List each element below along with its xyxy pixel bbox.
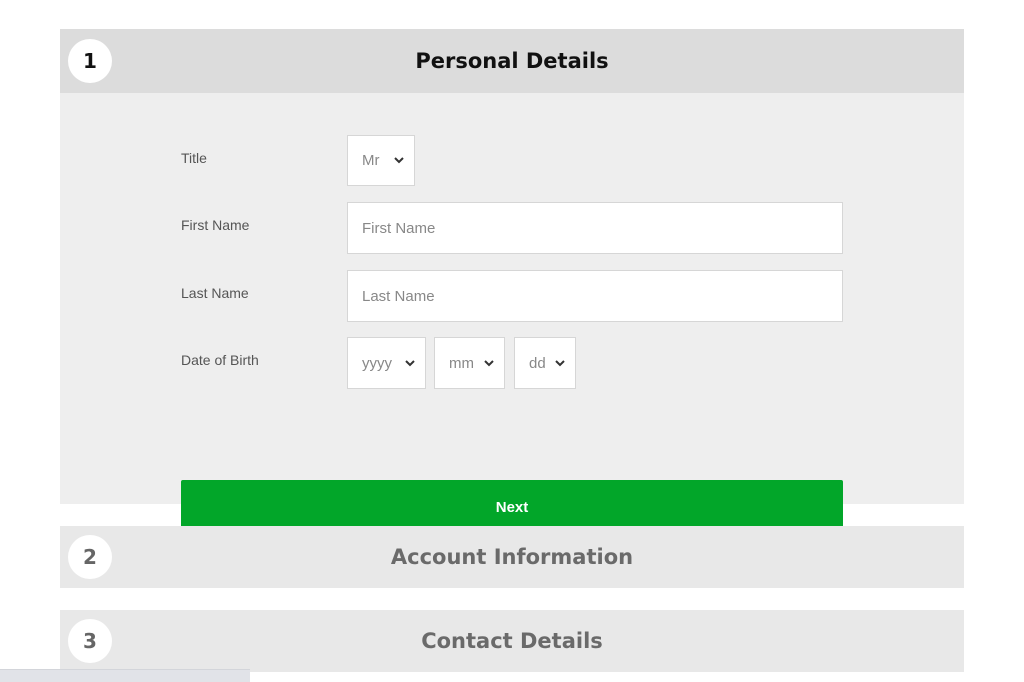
dob-day-value: dd bbox=[529, 354, 546, 372]
section-title: Contact Details bbox=[421, 629, 603, 653]
first-name-input[interactable]: First Name bbox=[347, 202, 843, 254]
step-number-badge: 1 bbox=[68, 39, 112, 83]
dob-year-select[interactable]: yyyy bbox=[347, 337, 426, 389]
section-personal-details: 1 Personal Details Title Mr First Name F… bbox=[60, 29, 964, 534]
dob-year-value: yyyy bbox=[362, 354, 392, 372]
section-header-contact-details[interactable]: 3 Contact Details bbox=[60, 610, 964, 672]
dob-day-select[interactable]: dd bbox=[514, 337, 576, 389]
first-name-label: First Name bbox=[181, 217, 250, 233]
title-select[interactable]: Mr bbox=[347, 135, 415, 186]
chevron-down-icon bbox=[555, 358, 565, 368]
step-number-badge: 2 bbox=[68, 535, 112, 579]
title-select-value: Mr bbox=[362, 152, 380, 169]
step-number-badge: 3 bbox=[68, 619, 112, 663]
section-header-account-information[interactable]: 2 Account Information bbox=[60, 526, 964, 588]
section-account-information: 2 Account Information bbox=[60, 526, 964, 588]
title-label: Title bbox=[181, 150, 207, 166]
last-name-label: Last Name bbox=[181, 285, 249, 301]
dob-month-value: mm bbox=[449, 354, 474, 372]
chevron-down-icon bbox=[405, 358, 415, 368]
last-name-placeholder: Last Name bbox=[362, 287, 435, 305]
section-title: Personal Details bbox=[415, 49, 609, 73]
dob-label: Date of Birth bbox=[181, 352, 259, 368]
section-header-personal-details[interactable]: 1 Personal Details bbox=[60, 29, 964, 93]
personal-details-form: Title Mr First Name First Name Last Name… bbox=[60, 93, 964, 534]
section-contact-details: 3 Contact Details bbox=[60, 610, 964, 672]
last-name-input[interactable]: Last Name bbox=[347, 270, 843, 322]
first-name-placeholder: First Name bbox=[362, 219, 436, 237]
section-title: Account Information bbox=[390, 545, 634, 569]
browser-status-bar bbox=[0, 669, 250, 682]
chevron-down-icon bbox=[484, 358, 494, 368]
chevron-down-icon bbox=[394, 156, 404, 166]
dob-month-select[interactable]: mm bbox=[434, 337, 505, 389]
